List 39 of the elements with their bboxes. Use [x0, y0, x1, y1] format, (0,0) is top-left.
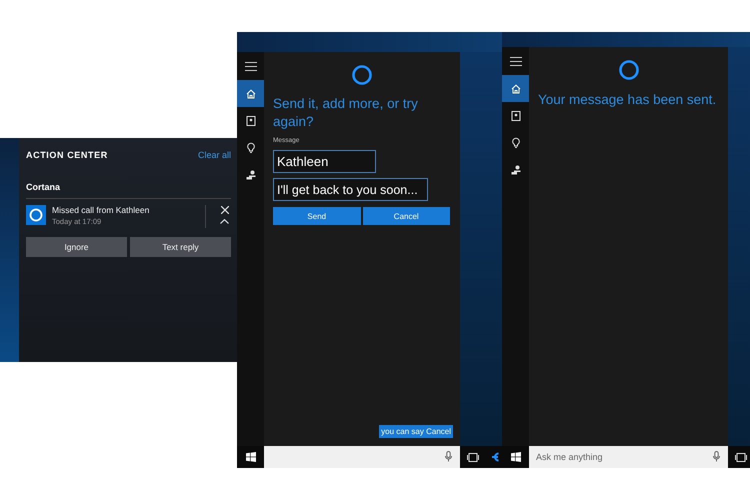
home-icon [246, 88, 256, 98]
menu-icon[interactable] [510, 57, 522, 66]
task-view-icon[interactable] [735, 452, 747, 462]
ignore-button[interactable]: Ignore [26, 237, 127, 257]
cancel-button[interactable]: Cancel [362, 207, 450, 225]
notebook-icon [510, 110, 520, 120]
cortana-message: Your message has been sent. [538, 91, 716, 109]
home-icon [510, 84, 520, 94]
menu-icon[interactable] [244, 62, 256, 71]
panel-title: ACTION CENTER [26, 150, 108, 160]
people-icon [510, 164, 520, 174]
collapse-icon[interactable] [220, 219, 229, 224]
clear-all-link[interactable]: Clear all [198, 150, 231, 160]
search-field[interactable] [264, 446, 460, 468]
tooltip: you can say Cancel [379, 425, 453, 438]
cortana-ring-icon [351, 64, 373, 86]
windows-start-icon[interactable] [510, 452, 520, 462]
task-view-icon[interactable] [467, 452, 479, 462]
microphone-icon[interactable] [713, 451, 720, 462]
recipient-field[interactable]: Kathleen [273, 150, 376, 173]
cortana-ring-icon [618, 59, 640, 81]
sidebar-item[interactable] [237, 80, 264, 107]
close-icon[interactable] [220, 206, 228, 214]
sidebar-item[interactable] [502, 75, 529, 102]
people-icon [246, 170, 256, 180]
browser-e-icon[interactable] [491, 451, 499, 463]
cortana-app-icon [26, 205, 46, 225]
search-field[interactable]: Ask me anything [529, 446, 728, 468]
notebook-icon [246, 116, 256, 126]
send-button[interactable]: Send [273, 207, 360, 225]
text-reply-button[interactable]: Text reply [130, 237, 231, 257]
message-field[interactable]: I'll get back to you soon... [273, 178, 428, 201]
notification-title: Missed call from Kathleen [52, 205, 150, 215]
microphone-icon[interactable] [445, 451, 452, 462]
cortana-message: Send it, add more, or try again? [273, 95, 419, 131]
group-title: Cortana [26, 182, 231, 199]
lightbulb-icon [246, 142, 254, 153]
lightbulb-icon [512, 137, 520, 148]
windows-start-icon[interactable] [246, 452, 256, 462]
